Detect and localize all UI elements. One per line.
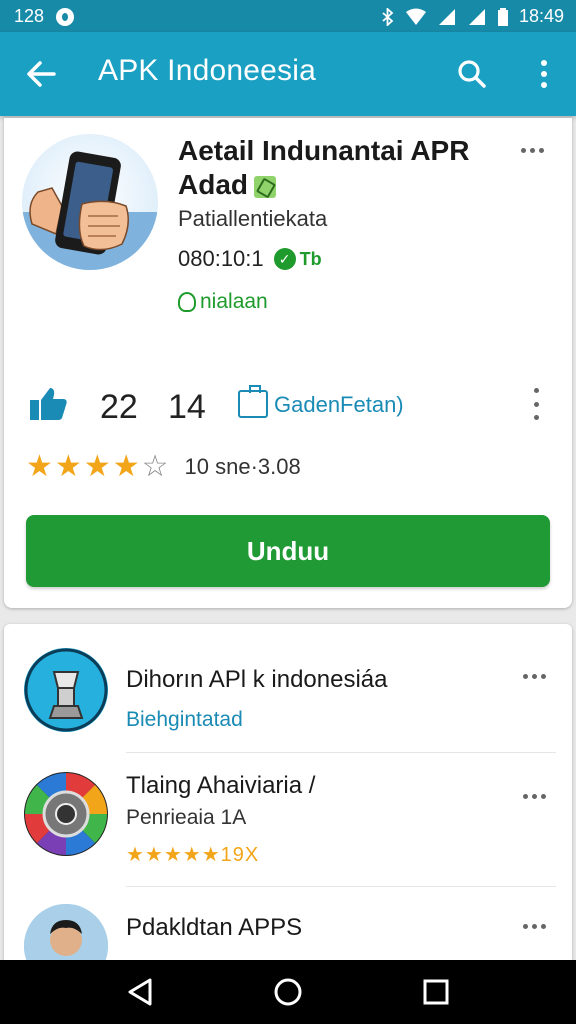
stats-row: 22 14 GadenFetan) xyxy=(28,384,548,428)
nav-recents-icon[interactable] xyxy=(420,976,452,1008)
signal-icon xyxy=(438,8,455,25)
more-vertical-icon xyxy=(541,60,547,88)
rating-text: 10 sne·3.08 xyxy=(184,454,301,479)
nav-back-icon[interactable] xyxy=(124,976,156,1008)
back-button[interactable] xyxy=(22,54,62,94)
signal-icon-2 xyxy=(468,8,485,25)
list-item-subtitle: Penrieaia 1A xyxy=(126,806,247,829)
list-item-title: Pdakldtan APPS xyxy=(126,914,303,941)
stats-overflow-button[interactable] xyxy=(528,388,544,420)
back-arrow-icon xyxy=(27,61,56,87)
clock: 18:49 xyxy=(518,6,564,26)
list-item-title: Tlaing Ahaiviaria / xyxy=(126,772,316,799)
aperture-icon xyxy=(24,773,107,855)
app-icon xyxy=(22,134,158,270)
star-icon: ★ xyxy=(83,450,111,483)
list-item-subtitle: Biehgintatad xyxy=(126,708,243,731)
app-title: Aetail Indunantai APR Adad xyxy=(178,134,508,202)
battery-icon xyxy=(497,7,508,26)
search-icon xyxy=(458,60,486,88)
app-meta-text: 080:10:1 xyxy=(178,246,264,271)
editor-badge-icon xyxy=(254,175,276,198)
app-title-text: Aetail Indunantai APR Adad xyxy=(178,135,470,200)
thumbs-up-icon[interactable] xyxy=(28,386,68,422)
list-item-overflow-button[interactable] xyxy=(516,786,552,806)
list-item-icon xyxy=(24,648,108,732)
notification-count: 128 xyxy=(14,6,45,26)
search-button[interactable] xyxy=(452,54,492,94)
category-icon xyxy=(238,385,268,418)
list-item-rating: ★★★★★19X xyxy=(126,844,260,866)
star-icon: ★ xyxy=(54,450,82,483)
overflow-menu-button[interactable] xyxy=(524,54,564,94)
list-item[interactable]: Tlaing Ahaiviaria / Penrieaia 1A ★★★★★19… xyxy=(4,766,572,887)
developer-name: Patiallentiekata xyxy=(178,206,328,231)
star-icon: ★ xyxy=(26,450,53,483)
notification-icon xyxy=(56,7,75,26)
likes-count: 22 xyxy=(100,388,138,426)
app-bar: APK Indoneesia xyxy=(0,32,576,116)
star-icon: ★ xyxy=(112,450,140,483)
page-title: APK Indoneesia xyxy=(98,54,316,87)
shield-icon xyxy=(178,292,196,312)
bluetooth-icon xyxy=(382,7,394,26)
shares-count: 14 xyxy=(168,388,206,426)
list-item-overflow-button[interactable] xyxy=(516,916,552,936)
status-bar: 128 18:49 xyxy=(0,0,576,32)
list-item-title: Dihorın APl k indonesiáa xyxy=(126,666,388,693)
app-meta: 080:10:1 ✓ Tb xyxy=(178,246,322,272)
star-empty-icon: ☆ xyxy=(141,450,169,483)
navigation-bar xyxy=(0,960,576,1024)
app-meta-suffix: Tb xyxy=(299,248,322,269)
download-button[interactable]: Unduu xyxy=(26,515,550,587)
divider xyxy=(126,886,556,887)
list-item[interactable]: Dihorın APl k indonesiáa Biehgintatad xyxy=(4,638,572,758)
rating-row: ★ ★ ★ ★ ☆ 10 sne·3.08 xyxy=(26,452,301,482)
category-label[interactable]: GadenFetan) xyxy=(274,392,404,418)
list-item-overflow-button[interactable] xyxy=(516,666,552,686)
install-status-text: nialaan xyxy=(200,290,268,313)
install-status: nialaan xyxy=(178,290,268,314)
phone-in-hand-icon xyxy=(22,151,158,270)
verified-icon: ✓ xyxy=(273,248,296,270)
divider xyxy=(126,752,556,753)
app-overflow-button[interactable] xyxy=(514,140,550,160)
wifi-icon xyxy=(405,8,426,25)
nav-home-icon[interactable] xyxy=(272,976,304,1008)
lamp-icon xyxy=(24,648,108,732)
list-item-icon xyxy=(24,772,108,856)
